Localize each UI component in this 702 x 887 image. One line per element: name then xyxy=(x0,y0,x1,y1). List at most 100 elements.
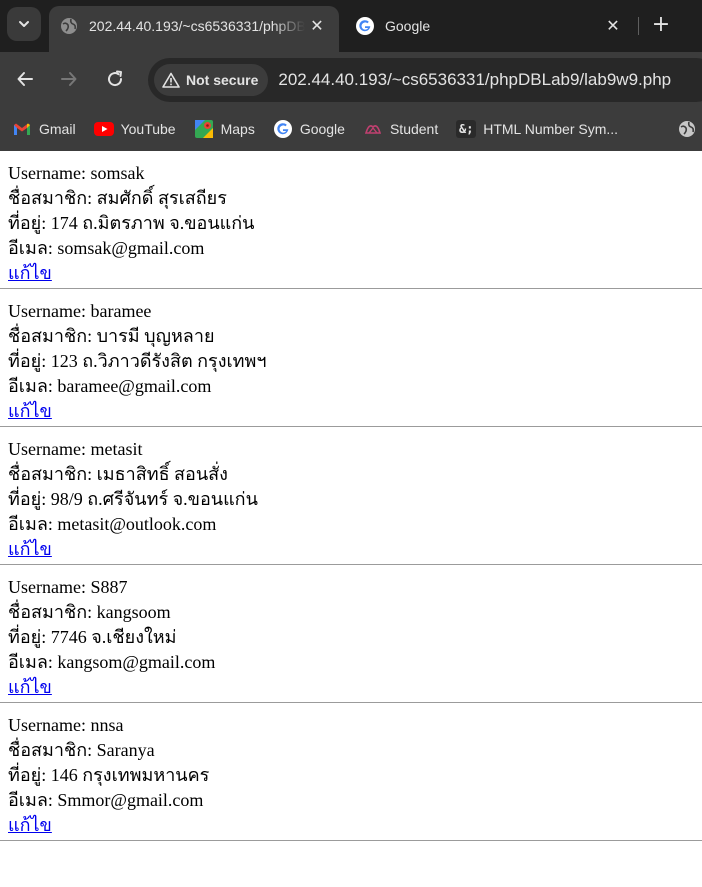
address-line: ที่อยู่: 7746 จ.เชียงใหม่ xyxy=(8,625,702,650)
username-line: Username: somsak xyxy=(8,161,702,186)
back-button[interactable] xyxy=(8,62,42,96)
name-label: ชื่อสมาชิก: xyxy=(8,740,97,760)
html-entity-icon: &; xyxy=(456,120,477,138)
email-value: somsak@gmail.com xyxy=(57,238,205,258)
edit-link[interactable]: แก้ไข xyxy=(8,539,52,559)
name-line: ชื่อสมาชิก: เมธาสิทธิ์ สอนสั่ง xyxy=(8,462,702,487)
name-label: ชื่อสมาชิก: xyxy=(8,464,97,484)
address-label: ที่อยู่: xyxy=(8,351,51,371)
globe-icon[interactable] xyxy=(678,120,696,142)
address-line: ที่อยู่: 98/9 ถ.ศรีจันทร์ จ.ขอนแก่น xyxy=(8,487,702,512)
google-icon xyxy=(356,17,374,35)
student-icon xyxy=(363,120,383,138)
email-line: อีเมล: metasit@outlook.com xyxy=(8,512,702,537)
toolbar: Not secure 202.44.40.193/~cs6536331/phpD… xyxy=(0,52,702,107)
security-label: Not secure xyxy=(186,72,259,88)
name-line: ชื่อสมาชิก: kangsoom xyxy=(8,600,702,625)
bookmark-label: YouTube xyxy=(120,121,176,137)
address-line: ที่อยู่: 123 ถ.วิภาวดีรังสิต กรุงเทพฯ xyxy=(8,349,702,374)
security-chip[interactable]: Not secure xyxy=(154,64,269,96)
email-line: อีเมล: somsak@gmail.com xyxy=(8,236,702,261)
username-line: Username: baramee xyxy=(8,299,702,324)
forward-button[interactable] xyxy=(52,62,86,96)
edit-link[interactable]: แก้ไข xyxy=(8,815,52,835)
tab-title: 202.44.40.193/~cs6536331/phpDBLab9/lab9w… xyxy=(89,18,305,34)
email-value: kangsom@gmail.com xyxy=(57,652,216,672)
close-tab-icon[interactable]: ✕ xyxy=(305,14,329,38)
bookmark-label: HTML Number Sym... xyxy=(483,121,619,137)
name-value: เมธาสิทธิ์ สอนสั่ง xyxy=(96,464,228,484)
bookmarks-bar: Gmail YouTube Maps Google Student &; HTM… xyxy=(0,107,702,151)
arrow-left-icon xyxy=(17,72,33,86)
maps-icon xyxy=(194,120,214,138)
name-line: ชื่อสมาชิก: Saranya xyxy=(8,738,702,763)
username-value: S887 xyxy=(90,577,128,597)
divider xyxy=(0,426,702,427)
member-record: Username: somsak ชื่อสมาชิก: สมศักดิ์ สุ… xyxy=(0,161,702,289)
name-label: ชื่อสมาชิก: xyxy=(8,326,97,346)
member-record: Username: metasit ชื่อสมาชิก: เมธาสิทธิ์… xyxy=(0,437,702,565)
divider xyxy=(0,564,702,565)
bookmark-maps[interactable]: Maps xyxy=(194,120,255,138)
tab-google[interactable]: Google ✕ xyxy=(345,6,635,46)
name-label: ชื่อสมาชิก: xyxy=(8,602,97,622)
address-bar[interactable]: Not secure 202.44.40.193/~cs6536331/phpD… xyxy=(148,58,702,102)
email-value: baramee@gmail.com xyxy=(57,376,212,396)
username-label: Username: xyxy=(8,577,91,597)
address-label: ที่อยู่: xyxy=(8,489,51,509)
tab-title: Google xyxy=(385,18,431,34)
address-value: 123 ถ.วิภาวดีรังสิต กรุงเทพฯ xyxy=(50,351,267,371)
address-value: 98/9 ถ.ศรีจันทร์ จ.ขอนแก่น xyxy=(50,489,258,509)
member-record: Username: nnsa ชื่อสมาชิก: Saranya ที่อย… xyxy=(0,713,702,841)
divider xyxy=(0,840,702,841)
bookmark-gmail[interactable]: Gmail xyxy=(12,120,76,138)
divider xyxy=(0,288,702,289)
address-label: ที่อยู่: xyxy=(8,627,51,647)
browser-chrome: 202.44.40.193/~cs6536331/phpDBLab9/lab9w… xyxy=(0,0,702,151)
email-value: Smmor@gmail.com xyxy=(57,790,204,810)
gmail-icon xyxy=(12,120,32,138)
address-line: ที่อยู่: 146 กรุงเทพมหานคร xyxy=(8,763,702,788)
username-label: Username: xyxy=(8,439,91,459)
username-label: Username: xyxy=(8,301,91,321)
bookmark-youtube[interactable]: YouTube xyxy=(93,120,176,138)
name-value: สมศักดิ์ สุรเสถียร xyxy=(96,188,227,208)
name-value: บารมี บุญหลาย xyxy=(96,326,215,346)
username-label: Username: xyxy=(8,715,91,735)
url-text[interactable]: 202.44.40.193/~cs6536331/phpDBLab9/lab9w… xyxy=(278,70,671,90)
email-line: อีเมล: kangsom@gmail.com xyxy=(8,650,702,675)
email-line: อีเมล: baramee@gmail.com xyxy=(8,374,702,399)
edit-link[interactable]: แก้ไข xyxy=(8,263,52,283)
username-label: Username: xyxy=(8,163,91,183)
edit-link[interactable]: แก้ไข xyxy=(8,401,52,421)
address-label: ที่อยู่: xyxy=(8,765,51,785)
name-line: ชื่อสมาชิก: บารมี บุญหลาย xyxy=(8,324,702,349)
bookmark-label: Student xyxy=(389,121,439,137)
reload-button[interactable] xyxy=(98,62,132,96)
youtube-icon xyxy=(93,120,114,138)
name-value: Saranya xyxy=(96,740,155,760)
bookmark-html-symbols[interactable]: &; HTML Number Sym... xyxy=(456,120,618,138)
username-line: Username: nnsa xyxy=(8,713,702,738)
username-value: metasit xyxy=(90,439,143,459)
bookmark-label: Google xyxy=(299,121,345,137)
email-label: อีเมล: xyxy=(8,652,58,672)
tab-active[interactable]: 202.44.40.193/~cs6536331/phpDBLab9/lab9w… xyxy=(49,6,339,52)
username-value: nnsa xyxy=(90,715,124,735)
edit-link[interactable]: แก้ไข xyxy=(8,677,52,697)
tab-strip: 202.44.40.193/~cs6536331/phpDBLab9/lab9w… xyxy=(0,0,702,52)
bookmark-label: Gmail xyxy=(39,121,76,137)
username-value: somsak xyxy=(90,163,145,183)
new-tab-button[interactable]: + xyxy=(648,11,674,37)
globe-icon xyxy=(60,17,78,35)
bookmark-google[interactable]: Google xyxy=(273,120,345,138)
address-value: 174 ถ.มิตรภาพ จ.ขอนแก่น xyxy=(50,213,255,233)
bookmark-student[interactable]: Student xyxy=(363,120,438,138)
username-line: Username: metasit xyxy=(8,437,702,462)
tab-search-button[interactable] xyxy=(7,7,41,41)
username-value: baramee xyxy=(90,301,152,321)
close-tab-icon[interactable]: ✕ xyxy=(601,14,625,38)
google-icon xyxy=(273,120,293,138)
name-label: ชื่อสมาชิก: xyxy=(8,188,97,208)
name-line: ชื่อสมาชิก: สมศักดิ์ สุรเสถียร xyxy=(8,186,702,211)
